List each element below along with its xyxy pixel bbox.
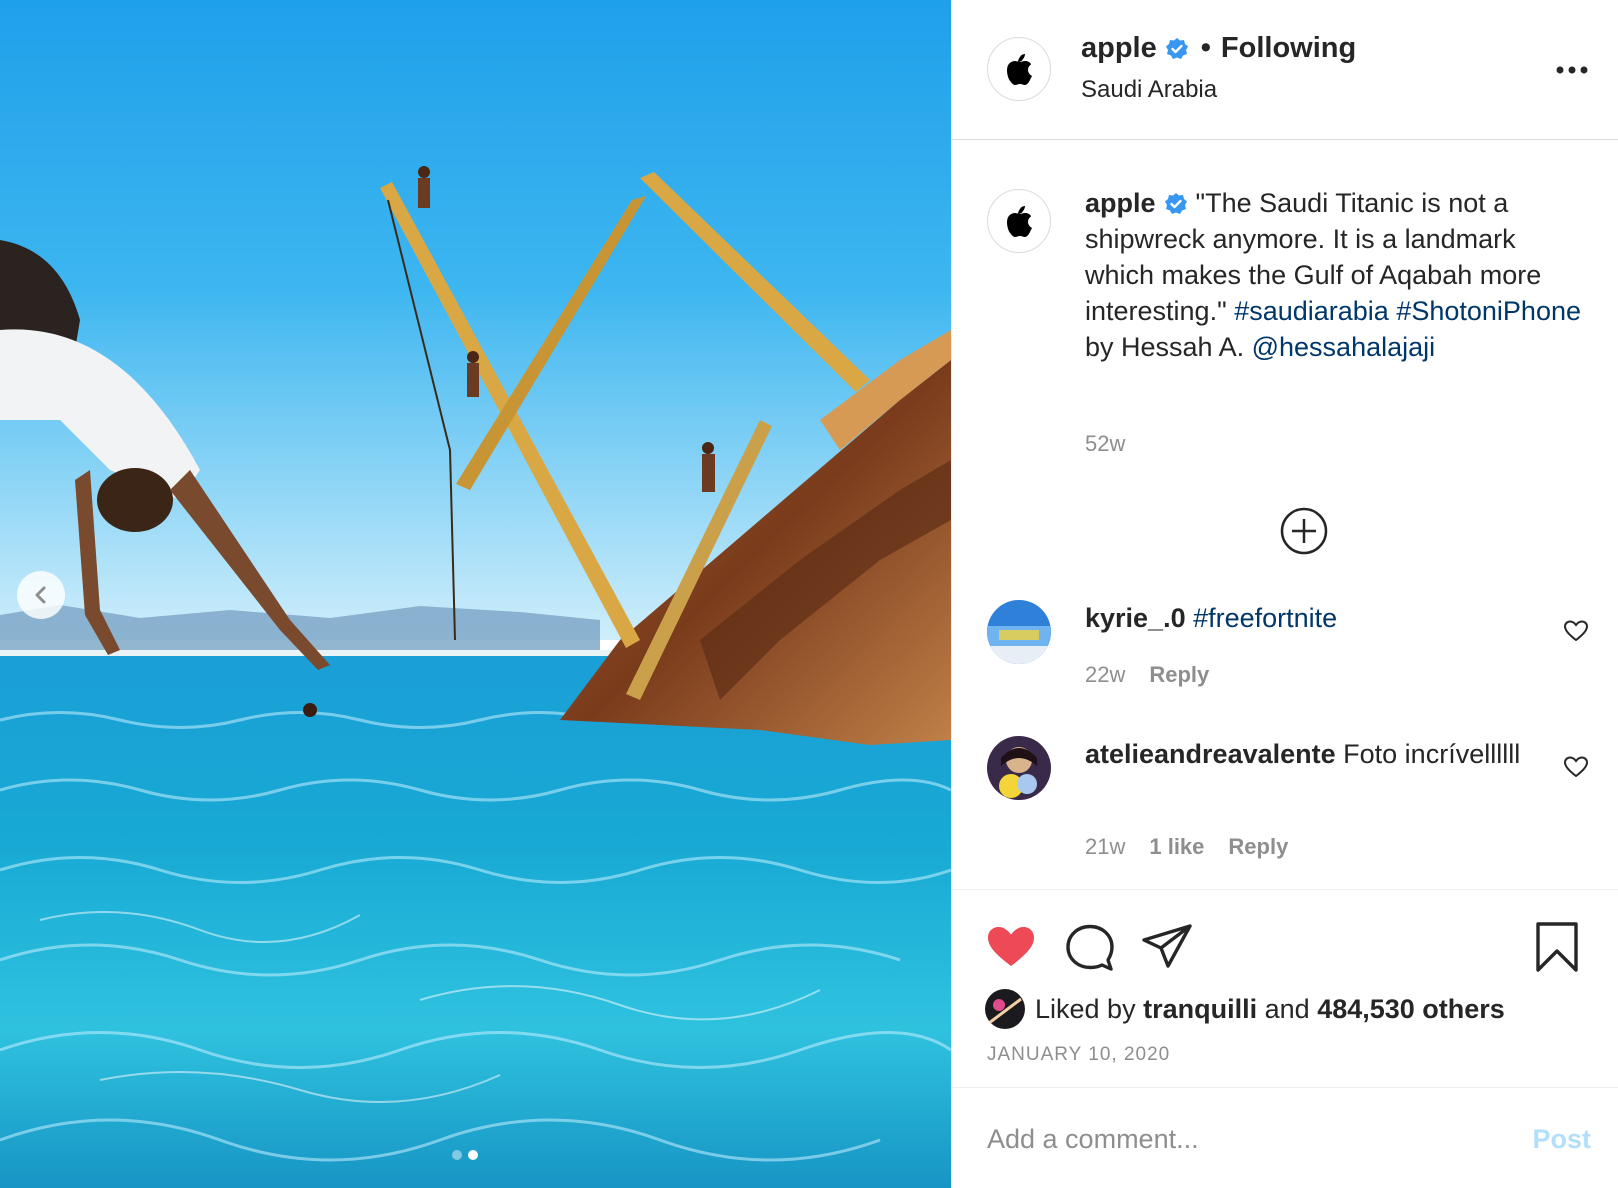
caption-timestamp[interactable]: 52w — [1085, 431, 1125, 457]
commenter-avatar[interactable] — [987, 600, 1051, 664]
avatar-image — [987, 736, 1051, 800]
separator-dot: • — [1200, 32, 1211, 64]
liker-avatar[interactable] — [985, 989, 1025, 1029]
reply-button[interactable]: Reply — [1149, 662, 1209, 688]
comment-input[interactable] — [987, 1114, 1487, 1164]
apple-logo-icon — [1007, 206, 1032, 237]
header-username-row: apple • Following — [1081, 32, 1356, 65]
comments-list[interactable]: apple "The Saudi Titanic is not a shipwre… — [952, 141, 1618, 889]
comment-timestamp[interactable]: 22w — [1085, 662, 1125, 688]
load-more-comments-button[interactable] — [1279, 506, 1329, 556]
comment-meta: 22w Reply — [1085, 662, 1209, 688]
post-actions: Liked by tranquilli and 484,530 others J… — [952, 889, 1618, 1087]
caption-credit: by Hessah A. — [1085, 332, 1245, 362]
comment-username[interactable]: kyrie_.0 — [1085, 603, 1186, 633]
carousel-dot-active — [468, 1150, 478, 1160]
share-icon[interactable] — [1140, 920, 1194, 974]
verified-badge-icon — [1164, 193, 1187, 214]
heart-outline-icon[interactable] — [1563, 618, 1589, 644]
username[interactable]: apple — [1081, 32, 1157, 65]
comment-timestamp[interactable]: 21w — [1085, 834, 1125, 860]
post-photo[interactable] — [0, 0, 951, 1188]
plus-circle-icon — [1280, 507, 1328, 555]
more-horizontal-icon — [1556, 66, 1588, 74]
carousel-dot — [452, 1150, 462, 1160]
likes-count-link[interactable]: 484,530 others — [1317, 994, 1505, 1025]
comment-text: kyrie_.0 #freefortnite — [1085, 600, 1545, 636]
comment-body: Foto incrívellllll — [1343, 739, 1521, 769]
post-comment-button[interactable]: Post — [1532, 1124, 1591, 1155]
post-header: apple • Following Saudi Arabia — [952, 0, 1618, 140]
comment-meta: 21w 1 like Reply — [1085, 834, 1288, 860]
bookmark-icon[interactable] — [1530, 920, 1584, 974]
hashtag-link[interactable]: #ShotoniPhone — [1396, 296, 1581, 326]
avatar[interactable] — [987, 37, 1051, 101]
liker-username[interactable]: tranquilli — [1143, 994, 1257, 1025]
commenter-avatar[interactable] — [987, 736, 1051, 800]
hashtag-link[interactable]: #saudiarabia — [1234, 296, 1389, 326]
reply-button[interactable]: Reply — [1228, 834, 1288, 860]
chevron-left-icon — [35, 586, 46, 604]
post-caption: apple "The Saudi Titanic is not a shipwre… — [1085, 185, 1585, 365]
comment-text: atelieandreavalente Foto incrívellllll — [1085, 736, 1545, 772]
location-link[interactable]: Saudi Arabia — [1081, 76, 1217, 104]
likes-prefix: Liked by — [1035, 993, 1136, 1024]
following-button[interactable]: Following — [1221, 32, 1356, 65]
comment-icon[interactable] — [1062, 920, 1116, 974]
heart-outline-icon[interactable] — [1563, 754, 1589, 780]
apple-logo-icon — [1007, 54, 1032, 85]
previous-slide-button[interactable] — [17, 571, 65, 619]
hashtag-link[interactable]: #freefortnite — [1193, 603, 1337, 633]
add-comment-bar: Post — [952, 1087, 1618, 1188]
post-details-pane: apple • Following Saudi Arabia apple "The… — [951, 0, 1618, 1188]
more-options-button[interactable] — [1553, 56, 1591, 84]
likes-summary: Liked by tranquilli and 484,530 others — [985, 989, 1505, 1029]
avatar-image — [985, 989, 1025, 1029]
shipwreck-photo — [0, 0, 951, 1188]
comment-username[interactable]: atelieandreavalente — [1085, 739, 1336, 769]
mention-link[interactable]: @hessahalajaji — [1252, 332, 1436, 362]
likes-conjunction: and — [1264, 993, 1310, 1024]
comment-likes-count[interactable]: 1 like — [1149, 834, 1204, 860]
heart-icon[interactable] — [984, 920, 1038, 974]
post-date[interactable]: JANUARY 10, 2020 — [987, 1044, 1170, 1066]
caption-username[interactable]: apple — [1085, 188, 1156, 218]
verified-badge-icon — [1165, 37, 1188, 59]
avatar-image — [987, 600, 1051, 664]
carousel-indicator — [452, 1150, 478, 1160]
caption-avatar[interactable] — [987, 189, 1051, 253]
